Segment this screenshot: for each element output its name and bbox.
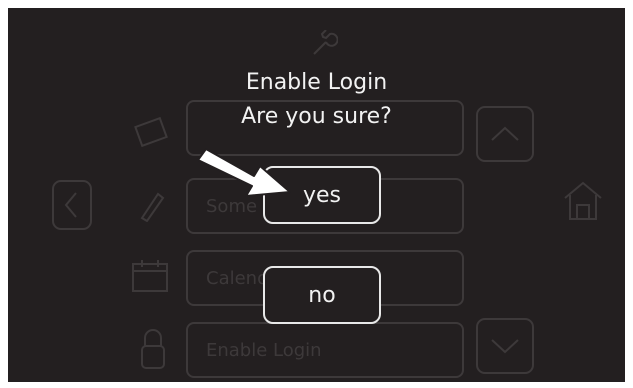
device-screen: Some text Calendar Enable Login Enable L… bbox=[8, 8, 625, 382]
background-menu-label: Enable Login bbox=[206, 340, 322, 361]
calendar-icon bbox=[132, 260, 168, 292]
chevron-down-icon bbox=[476, 318, 534, 374]
pointer-arrow-icon bbox=[197, 148, 291, 197]
wrench-icon bbox=[313, 30, 338, 55]
dialog-question: Are you sure? bbox=[241, 104, 392, 129]
lock-icon bbox=[141, 329, 165, 369]
home-icon bbox=[564, 181, 602, 220]
pencil-icon bbox=[140, 192, 165, 222]
chevron-left-icon bbox=[52, 180, 92, 230]
no-button[interactable]: no bbox=[263, 266, 381, 324]
background-menu-row: Enable Login bbox=[186, 322, 464, 378]
dialog-title: Enable Login bbox=[245, 70, 388, 95]
